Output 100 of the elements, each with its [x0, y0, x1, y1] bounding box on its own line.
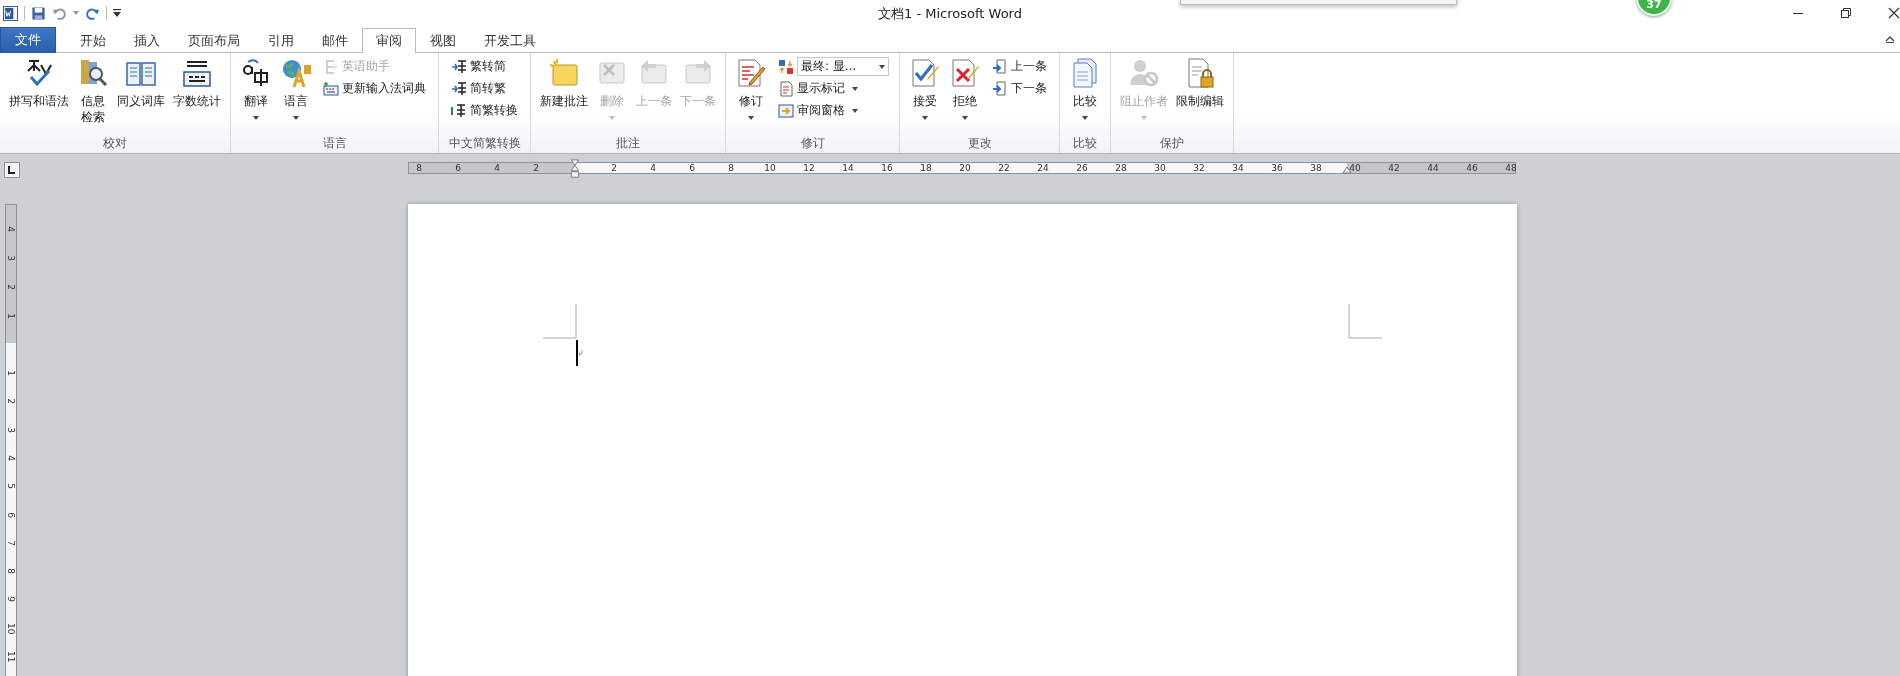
ruler-number: 40: [1349, 163, 1361, 173]
ribbon-button[interactable]: 简繁转换: [449, 100, 520, 121]
ruler-number: 4: [6, 225, 16, 234]
markup-view-select[interactable]: 最终: 显...: [797, 57, 889, 76]
ribbon-button[interactable]: 更新输入法词典: [321, 78, 428, 99]
ruler-number: 42: [1388, 163, 1400, 173]
margin-corner-mark: [1348, 304, 1382, 339]
ruler-number: 6: [689, 163, 695, 173]
customize-caret-icon[interactable]: [113, 9, 121, 17]
ruler-number: 24: [1037, 163, 1049, 173]
ruler-number: 4: [494, 163, 500, 173]
ribbon-button[interactable]: 比较: [1065, 56, 1105, 121]
ruler-number: 38: [1310, 163, 1322, 173]
collapse-ribbon-icon[interactable]: [1885, 35, 1895, 43]
ribbon-button[interactable]: 显示标记: [776, 78, 889, 99]
group-label: 中文简繁转换: [447, 135, 522, 152]
ruler-number: 1: [6, 312, 16, 321]
ribbon-button[interactable]: 新建批注: [536, 56, 592, 111]
ruler-number: 46: [1466, 163, 1478, 173]
caret-icon: [879, 64, 885, 69]
text-cursor-icon: [576, 340, 584, 366]
save-icon[interactable]: [31, 5, 46, 21]
ribbon-button[interactable]: 简转繁: [449, 78, 520, 99]
ribbon-button[interactable]: 修订: [731, 56, 771, 121]
dictionary-add-icon: [323, 80, 339, 97]
ruler-number: 14: [842, 163, 854, 173]
document-pencil-icon: [735, 57, 767, 89]
ribbon-tab[interactable]: 邮件: [308, 29, 362, 53]
ruler-number: 10: [6, 622, 16, 633]
margin-corner-mark: [543, 304, 577, 339]
ruler-number: 18: [920, 163, 932, 173]
character-convert-icon: [451, 102, 467, 119]
ruler-number: 20: [959, 163, 971, 173]
ribbon-tab[interactable]: 审阅: [362, 28, 416, 53]
ribbon-button[interactable]: 字数统计: [169, 56, 225, 111]
ruler-number: 8: [416, 163, 422, 173]
caret-icon[interactable]: [73, 11, 79, 15]
group-label: 保护: [1159, 135, 1185, 152]
ruler-number: 8: [728, 163, 734, 173]
indent-marker-icon[interactable]: [570, 159, 580, 179]
ribbon-button[interactable]: 信息检索: [73, 56, 113, 126]
ribbon-button[interactable]: 翻译: [236, 56, 276, 121]
group-label: 批注: [615, 135, 641, 152]
ruler-number: 22: [998, 163, 1010, 173]
character-arrow-icon: [451, 80, 467, 97]
person-blocked-icon: [1128, 57, 1160, 89]
ribbon-button[interactable]: 语言: [276, 56, 316, 121]
ruler-number: 10: [764, 163, 776, 173]
ruler-number: 2: [533, 163, 539, 173]
ruler-number: 3: [6, 254, 16, 263]
tab-stop-selector[interactable]: [4, 162, 20, 178]
ruler-number: 2: [611, 163, 617, 173]
letter-e-icon: [323, 58, 339, 75]
ruler-number: 9: [6, 595, 16, 605]
ribbon-tab[interactable]: 引用: [254, 29, 308, 53]
group-label: 更改: [966, 135, 993, 152]
ribbon-tab[interactable]: 开始: [66, 29, 120, 53]
ruler-number: 12: [803, 163, 815, 173]
ribbon-tab[interactable]: 插入: [120, 29, 174, 53]
ruler-number: 5: [6, 482, 16, 492]
ruler-number: 1: [6, 369, 16, 378]
ruler-number: 32: [1193, 163, 1205, 173]
ruler-number: 8: [6, 567, 16, 576]
ribbon-button[interactable]: 拼写和语法: [5, 56, 73, 111]
ribbon-tab[interactable]: 视图: [416, 29, 470, 53]
ribbon-button[interactable]: 限制编辑: [1172, 56, 1228, 111]
ribbon-button[interactable]: 上一条: [990, 56, 1049, 77]
restore-icon[interactable]: [1840, 7, 1852, 19]
ribbon-button[interactable]: 审阅窗格: [776, 100, 889, 121]
ribbon-tab[interactable]: 文件: [0, 27, 56, 53]
document-cross-icon: [949, 57, 981, 89]
globe-icon: [280, 57, 312, 89]
ribbon-button[interactable]: 繁转简: [449, 56, 520, 77]
ruler-number: 28: [1115, 163, 1127, 173]
ruler-number: 48: [1505, 163, 1517, 173]
ruler-number: 30: [1154, 163, 1166, 173]
ruler-number: 2: [6, 397, 16, 407]
word-logo-icon[interactable]: [3, 5, 18, 21]
group-label: 比较: [1072, 135, 1098, 152]
ruler-number: 6: [6, 510, 16, 520]
ruler-number: 34: [1232, 163, 1244, 173]
ribbon-button[interactable]: 下一条: [990, 78, 1049, 99]
document-icon: [778, 80, 794, 97]
ruler-number: 6: [455, 163, 461, 173]
ruler-number: 4: [6, 454, 16, 463]
ruler-number: 3: [6, 425, 16, 435]
ribbon-tab[interactable]: 页面布局: [174, 29, 254, 53]
window-title: 文档1 - Microsoft Word: [878, 5, 1022, 23]
ribbon-button[interactable]: 同义词库: [113, 56, 169, 111]
document-check-icon: [909, 57, 941, 89]
ribbon-tab[interactable]: 开发工具: [470, 29, 550, 53]
ribbon-button[interactable]: 接受: [905, 56, 945, 121]
ruler-number: 4: [650, 163, 656, 173]
group-label: 修订: [799, 135, 826, 152]
group-label: 语言: [321, 135, 348, 152]
swap-icon: [778, 58, 794, 75]
close-icon[interactable]: [1888, 7, 1900, 19]
new-note-icon: [548, 57, 580, 89]
ribbon-button[interactable]: 拒绝: [945, 56, 985, 121]
group-label: 校对: [102, 135, 128, 152]
